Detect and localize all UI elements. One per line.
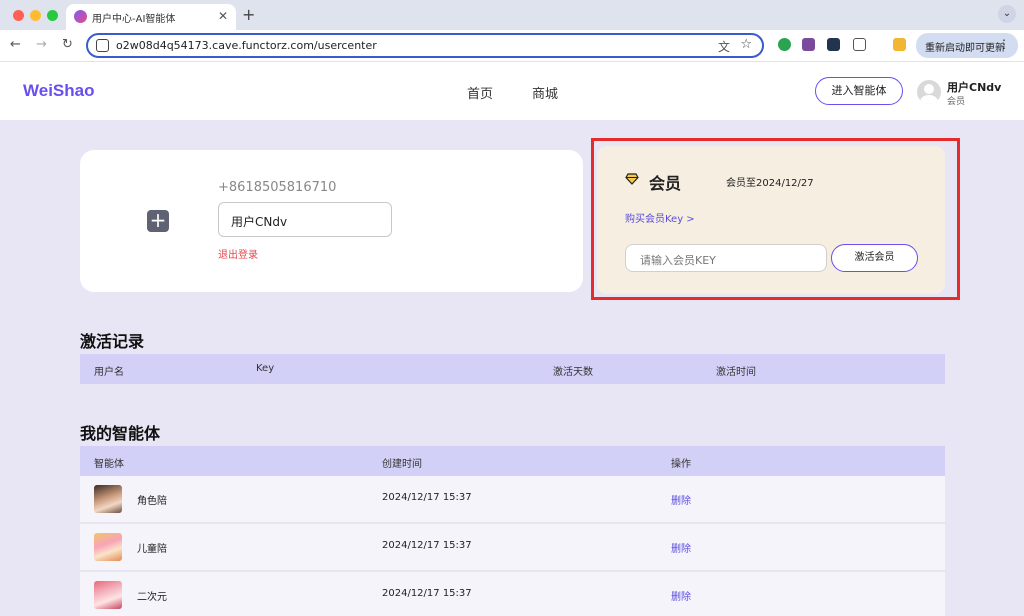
site-info-icon[interactable]	[96, 39, 109, 52]
close-window-button[interactable]	[13, 10, 24, 21]
agent-name: 二次元	[137, 592, 167, 603]
activation-records-title: 激活记录	[80, 332, 145, 351]
url-text[interactable]: o2w08d4q54173.cave.functorz.com/usercent…	[116, 39, 377, 52]
column-header-username: 用户名	[94, 367, 124, 378]
column-header-activation-time: 激活时间	[716, 367, 756, 378]
table-row: 角色陪 2024/12/17 15:37 删除	[80, 476, 945, 523]
table-row: 二次元 2024/12/17 15:37 删除	[80, 572, 945, 616]
agent-created-time: 2024/12/17 15:37	[382, 540, 472, 551]
agent-avatar	[94, 581, 122, 609]
column-header-key: Key	[256, 363, 275, 374]
more-menu-icon[interactable]: ⋮	[998, 37, 1010, 51]
tab-title: 用户中心-AI智能体	[92, 14, 176, 25]
agent-avatar	[94, 485, 122, 513]
delete-agent-link[interactable]: 删除	[671, 492, 691, 507]
upload-avatar-plus-icon[interactable]: +	[147, 210, 169, 232]
new-tab-icon[interactable]: +	[242, 5, 255, 24]
avatar-body	[920, 95, 938, 104]
translate-icon[interactable]: 文	[718, 38, 730, 55]
table-row: 儿童陪 2024/12/17 15:37 删除	[80, 524, 945, 571]
update-label: 重新启动即可更新	[925, 43, 1005, 54]
delete-agent-link[interactable]: 删除	[671, 588, 691, 603]
highlight-annotation-box	[591, 138, 960, 300]
extension-yellow-icon[interactable]	[893, 38, 906, 51]
address-bar[interactable]: o2w08d4q54173.cave.functorz.com/usercent…	[86, 33, 764, 58]
update-button[interactable]: 重新启动即可更新 ⋮	[916, 33, 1018, 58]
agent-name: 角色陪	[137, 496, 167, 507]
my-agents-title: 我的智能体	[80, 424, 161, 443]
username-field[interactable]: 用户CNdv	[218, 202, 392, 237]
tab-close-icon[interactable]: ✕	[218, 9, 228, 23]
browser-toolbar: ← → ↻ o2w08d4q54173.cave.functorz.com/us…	[0, 30, 1024, 62]
enter-agent-button[interactable]: 进入智能体	[815, 77, 903, 105]
forward-icon[interactable]: →	[36, 37, 47, 52]
extension-green-icon[interactable]	[778, 38, 791, 51]
browser-tab[interactable]: 用户中心-AI智能体 ✕	[66, 4, 236, 30]
avatar-head	[924, 84, 934, 94]
column-header-created: 创建时间	[382, 459, 422, 470]
maximize-window-button[interactable]	[47, 10, 58, 21]
minimize-window-button[interactable]	[30, 10, 41, 21]
activation-records-header: 用户名 Key 激活天数 激活时间	[80, 354, 945, 384]
agent-avatar	[94, 533, 122, 561]
agent-name: 儿童陪	[137, 544, 167, 555]
browser-tab-bar: 用户中心-AI智能体 ✕ + ⌄	[0, 0, 1024, 30]
header-username[interactable]: 用户CNdv	[947, 79, 1001, 95]
agent-created-time: 2024/12/17 15:37	[382, 492, 472, 503]
column-header-action: 操作	[671, 459, 691, 470]
logout-link[interactable]: 退出登录	[218, 246, 258, 261]
phone-number: +8618505816710	[218, 180, 337, 195]
site-header: WeiShao 首页 商城 进入智能体 用户CNdv 会员	[0, 62, 1024, 120]
header-role: 会员	[947, 97, 966, 107]
extension-react-icon[interactable]	[827, 38, 840, 51]
extension-purple-icon[interactable]	[802, 38, 815, 51]
site-logo[interactable]: WeiShao	[23, 81, 94, 101]
delete-agent-link[interactable]: 删除	[671, 540, 691, 555]
nav-home-link[interactable]: 首页	[467, 83, 493, 102]
user-avatar[interactable]	[917, 80, 941, 104]
my-agents-header: 智能体 创建时间 操作	[80, 446, 945, 476]
nav-shop-link[interactable]: 商城	[532, 83, 558, 102]
back-icon[interactable]: ←	[10, 37, 21, 52]
tab-favicon-icon	[74, 10, 87, 23]
bookmark-star-icon[interactable]: ☆	[740, 37, 752, 52]
reload-icon[interactable]: ↻	[62, 37, 73, 52]
extensions-puzzle-icon[interactable]	[853, 38, 866, 51]
column-header-agent: 智能体	[94, 459, 124, 470]
tab-search-icon[interactable]: ⌄	[998, 5, 1016, 23]
column-header-days: 激活天数	[553, 367, 593, 378]
agent-created-time: 2024/12/17 15:37	[382, 588, 472, 599]
profile-card: + +8618505816710 用户CNdv 退出登录	[80, 150, 583, 292]
